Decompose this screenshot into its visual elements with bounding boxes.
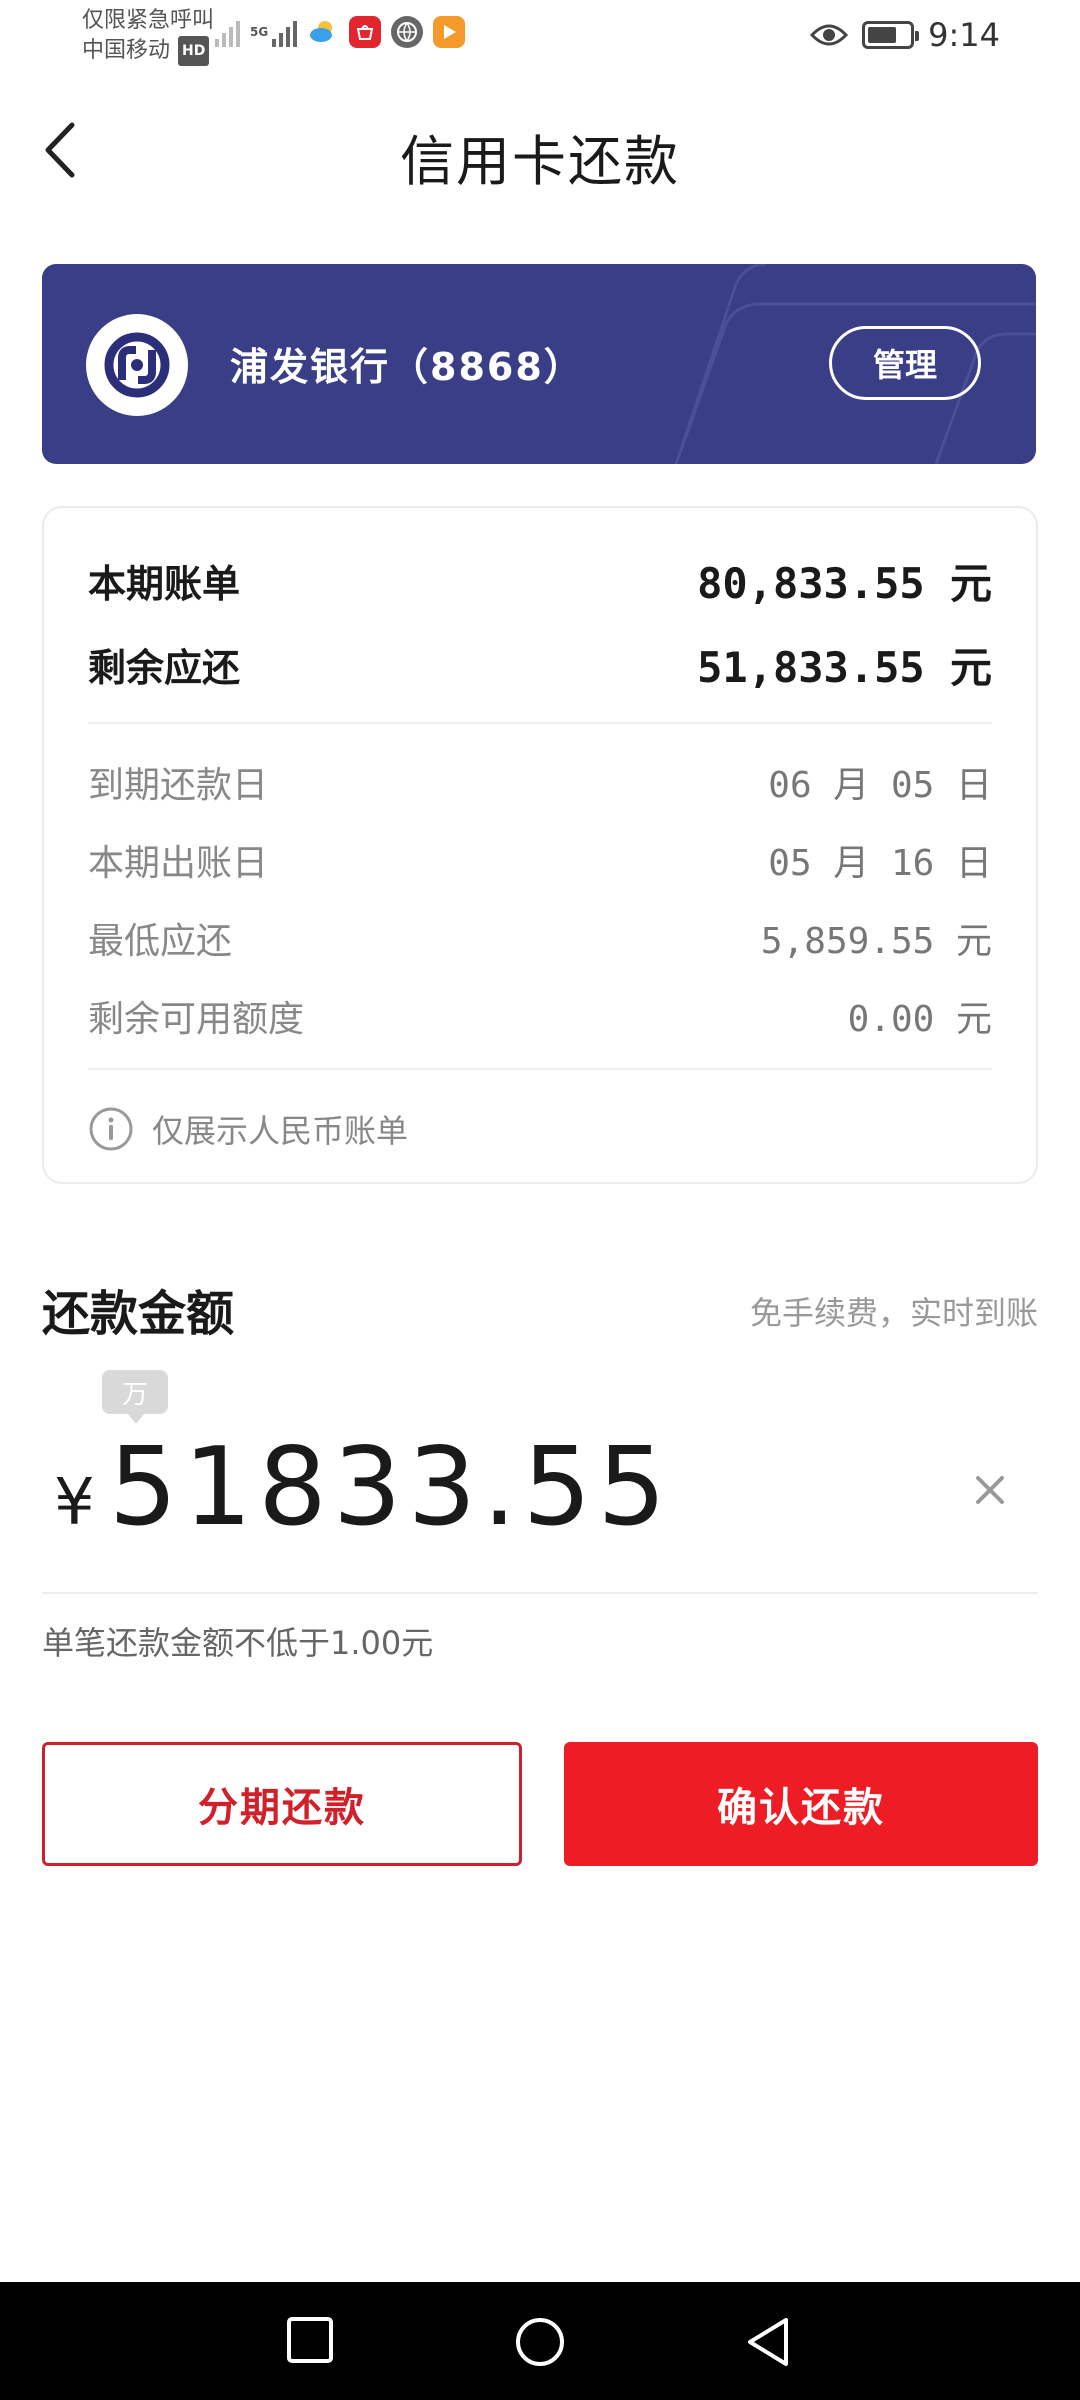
recents-icon[interactable]: [286, 2316, 334, 2364]
status-bar: 仅限紧急呼叫 中国移动 HD 5G 9:14: [0, 0, 1080, 70]
clear-icon[interactable]: [968, 1468, 1012, 1512]
system-nav-bar: [0, 2282, 1080, 2400]
hd-badge: HD: [178, 36, 210, 66]
min-payment-value: 5,859.55 元: [760, 921, 992, 962]
currency-symbol: ¥: [54, 1466, 95, 1540]
status-icons: 5G: [215, 16, 466, 48]
due-date-label: 到期还款日: [88, 765, 269, 806]
manage-button[interactable]: 管理: [829, 326, 981, 400]
current-bill-row: 本期账单 80,833.55 元: [88, 550, 992, 611]
note-text: 仅展示人民币账单: [152, 1112, 409, 1150]
bill-details-card: 本期账单 80,833.55 元 剩余应还 51,833.55 元 到期还款日 …: [42, 506, 1038, 1184]
statement-date-value: 05 月 16 日: [768, 843, 992, 884]
available-credit-row: 剩余可用额度 0.00 元: [88, 990, 992, 1042]
weather-app-icon: [307, 16, 339, 48]
unit-tooltip: 万: [102, 1370, 168, 1424]
rmb-only-note: 仅展示人民币账单: [88, 1106, 408, 1152]
video-app-icon: [433, 16, 466, 48]
amount-value[interactable]: 51833.55: [109, 1425, 672, 1550]
huawei-store-icon: [349, 16, 382, 48]
bank-card: 浦发银行（8868） 管理: [42, 264, 1036, 464]
min-amount-hint: 单笔还款金额不低于1.00元: [42, 1624, 434, 1662]
confirm-repay-button[interactable]: 确认还款: [564, 1742, 1038, 1866]
min-payment-label: 最低应还: [88, 921, 233, 962]
current-bill-value: 80,833.55 元: [697, 559, 992, 608]
installment-button[interactable]: 分期还款: [42, 1742, 522, 1866]
battery-icon: [862, 21, 920, 49]
available-credit-label: 剩余可用额度: [88, 999, 305, 1040]
browser-icon: [391, 16, 424, 48]
remaining-due-label: 剩余应还: [88, 646, 241, 690]
signal-icon: [272, 17, 298, 47]
header: 信用卡还款: [0, 95, 1080, 205]
statement-date-row: 本期出账日 05 月 16 日: [88, 834, 992, 886]
due-date-value: 06 月 05 日: [768, 765, 992, 806]
clock: 9:14: [928, 16, 1000, 54]
page-title: 信用卡还款: [400, 130, 680, 193]
remaining-due-row: 剩余应还 51,833.55 元: [88, 634, 992, 695]
remaining-due-value: 51,833.55 元: [697, 643, 992, 692]
carrier-name: 中国移动: [82, 38, 171, 63]
network-type: 5G: [250, 25, 269, 39]
repay-amount-title: 还款金额: [42, 1286, 235, 1342]
current-bill-label: 本期账单: [88, 562, 241, 606]
amount-divider: [42, 1592, 1038, 1594]
carrier-info: 仅限紧急呼叫 中国移动 HD: [82, 6, 214, 66]
repay-hint: 免手续费，实时到账: [749, 1294, 1038, 1332]
divider: [88, 1068, 992, 1070]
eye-icon: [810, 24, 849, 46]
back-nav-icon[interactable]: [744, 2316, 792, 2368]
spdb-logo-icon: [86, 314, 188, 416]
divider: [88, 722, 992, 724]
signal-empty-icon: [215, 17, 240, 47]
home-icon[interactable]: [514, 2316, 566, 2368]
min-payment-row: 最低应还 5,859.55 元: [88, 912, 992, 964]
emergency-only-text: 仅限紧急呼叫: [82, 8, 215, 33]
available-credit-value: 0.00 元: [847, 999, 992, 1040]
amount-input[interactable]: ¥ 51833.55: [54, 1425, 672, 1550]
due-date-row: 到期还款日 06 月 05 日: [88, 756, 992, 808]
statement-date-label: 本期出账日: [88, 843, 269, 884]
info-icon: [89, 1107, 133, 1151]
bank-name: 浦发银行（8868）: [230, 345, 584, 389]
